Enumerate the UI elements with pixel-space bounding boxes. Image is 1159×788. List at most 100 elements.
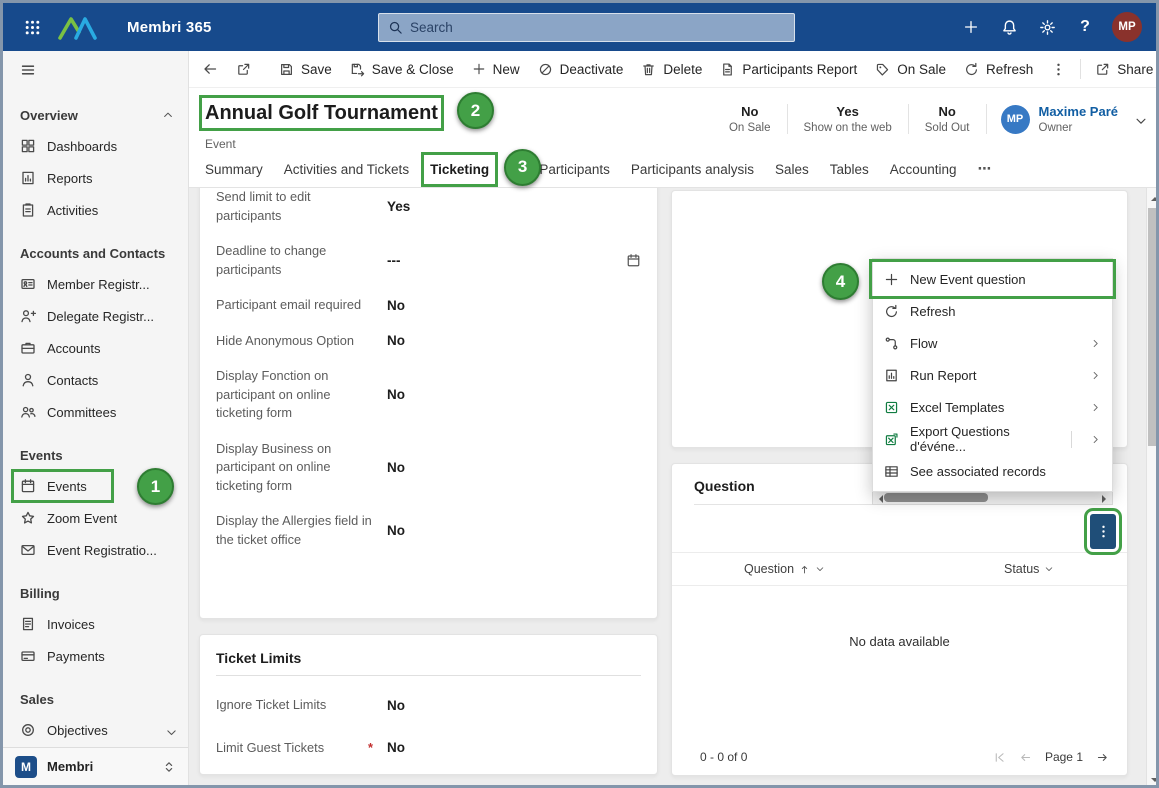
tab-ticketing[interactable]: Ticketing3 bbox=[424, 155, 495, 184]
sidebar-item-objectives[interactable]: Objectives bbox=[3, 714, 188, 746]
sidebar-item-zoom-event[interactable]: Zoom Event bbox=[3, 502, 188, 534]
field-row[interactable]: Participant email required No bbox=[216, 296, 641, 315]
sidebar-item-accounts[interactable]: Accounts bbox=[3, 332, 188, 364]
sidebar-item-delegate-registration[interactable]: Delegate Registr... bbox=[3, 300, 188, 332]
back-arrow-icon bbox=[202, 61, 218, 77]
empty-grid-message: No data available bbox=[672, 634, 1127, 649]
share-button[interactable]: Share bbox=[1086, 51, 1159, 87]
save-and-close-button[interactable]: Save & Close bbox=[341, 51, 463, 87]
waffle-icon bbox=[24, 19, 41, 36]
tab-sales[interactable]: Sales bbox=[775, 162, 809, 177]
more-commands-button[interactable] bbox=[1042, 51, 1075, 87]
header-field-on-sale: No On Sale bbox=[713, 104, 788, 134]
nav-section-accounts-contacts: Accounts and Contacts Member Registr... … bbox=[3, 238, 188, 428]
ticketing-options-card: Send limit to edit participants Yes Dead… bbox=[199, 188, 658, 619]
column-header-status[interactable]: Status bbox=[1004, 562, 1054, 576]
area-switcher[interactable]: M Membri bbox=[3, 747, 188, 785]
tabs-overflow-button[interactable]: ⋯ bbox=[978, 161, 993, 177]
sidebar-item-event-registration[interactable]: Event Registratio... bbox=[3, 534, 188, 566]
reports-icon bbox=[20, 170, 36, 186]
horizontal-scrollbar[interactable] bbox=[872, 490, 1113, 505]
search-input[interactable] bbox=[410, 20, 785, 35]
tab-tickets-truncated[interactable]: T bbox=[510, 162, 518, 177]
card-title: Ticket Limits bbox=[216, 635, 641, 676]
menu-item-export-questions[interactable]: Export Questions d'événe... bbox=[873, 423, 1112, 455]
sidebar-item-member-registration[interactable]: Member Registr... bbox=[3, 268, 188, 300]
sidebar-item-events[interactable]: Events 1 bbox=[3, 470, 188, 502]
field-row[interactable]: Send limit to edit participants Yes bbox=[216, 188, 641, 225]
sidebar-scroll-down-icon[interactable] bbox=[165, 726, 178, 739]
scroll-right-arrow[interactable] bbox=[1102, 495, 1110, 503]
notifications-button[interactable] bbox=[990, 3, 1028, 51]
kebab-icon bbox=[1051, 62, 1066, 77]
sidebar-item-activities[interactable]: Activities bbox=[3, 194, 188, 226]
field-row[interactable]: Display the Allergies field in the ticke… bbox=[216, 512, 641, 549]
menu-item-new-event-question[interactable]: New Event question 4 bbox=[873, 263, 1112, 295]
tag-icon bbox=[875, 62, 890, 77]
field-row[interactable]: Ignore Ticket Limits No bbox=[216, 696, 641, 715]
field-row[interactable]: Display Fonction on participant on onlin… bbox=[216, 367, 641, 423]
sidebar-item-payments[interactable]: Payments bbox=[3, 640, 188, 672]
first-page-button[interactable] bbox=[993, 751, 1006, 764]
excel-icon bbox=[884, 400, 899, 415]
next-page-button[interactable] bbox=[1096, 751, 1109, 764]
deactivate-button[interactable]: Deactivate bbox=[529, 51, 633, 87]
scroll-up-arrow[interactable] bbox=[1147, 193, 1159, 201]
save-button[interactable]: Save bbox=[270, 51, 341, 87]
sidebar-item-contacts[interactable]: Contacts bbox=[3, 364, 188, 396]
sidebar-item-dashboards[interactable]: Dashboards bbox=[3, 130, 188, 162]
section-header-billing: Billing bbox=[20, 586, 60, 601]
calendar-icon bbox=[20, 478, 36, 494]
help-button[interactable]: ? bbox=[1066, 3, 1104, 51]
vertical-scrollbar[interactable] bbox=[1146, 188, 1159, 788]
header-collapse-icon[interactable] bbox=[1134, 114, 1148, 128]
sidebar-item-reports[interactable]: Reports bbox=[3, 162, 188, 194]
record-entity-label: Event bbox=[205, 137, 1159, 151]
menu-item-run-report[interactable]: Run Report bbox=[873, 359, 1112, 391]
column-header-question[interactable]: Question bbox=[744, 562, 825, 576]
global-search[interactable] bbox=[378, 13, 795, 42]
back-button[interactable] bbox=[193, 51, 227, 87]
field-row[interactable]: Display Business on participant on onlin… bbox=[216, 440, 641, 496]
field-row[interactable]: Limit Guest Tickets* No bbox=[216, 739, 641, 758]
owner-link[interactable]: Maxime Paré bbox=[1039, 104, 1119, 119]
annotation-badge-2: 2 bbox=[457, 92, 494, 129]
tab-accounting[interactable]: Accounting bbox=[890, 162, 957, 177]
popout-button[interactable] bbox=[227, 51, 260, 87]
tab-summary[interactable]: Summary bbox=[205, 162, 263, 177]
scroll-down-arrow[interactable] bbox=[1147, 778, 1159, 786]
subgrid-more-commands-button[interactable] bbox=[1090, 514, 1116, 549]
date-picker-icon[interactable] bbox=[626, 253, 641, 268]
sidebar-item-committees[interactable]: Committees bbox=[3, 396, 188, 428]
on-sale-button[interactable]: On Sale bbox=[866, 51, 955, 87]
menu-item-see-associated-records[interactable]: See associated records bbox=[873, 455, 1112, 487]
tab-participants[interactable]: Participants bbox=[539, 162, 610, 177]
new-button[interactable]: New bbox=[463, 51, 529, 87]
sitemap-toggle-button[interactable] bbox=[3, 51, 188, 88]
settings-button[interactable] bbox=[1028, 3, 1066, 51]
tab-tables[interactable]: Tables bbox=[830, 162, 869, 177]
previous-page-button[interactable] bbox=[1019, 751, 1032, 764]
field-row[interactable]: Hide Anonymous Option No bbox=[216, 332, 641, 351]
quick-create-button[interactable] bbox=[952, 3, 990, 51]
menu-item-flow[interactable]: Flow bbox=[873, 327, 1112, 359]
tab-activities-and-tickets[interactable]: Activities and Tickets bbox=[284, 162, 409, 177]
waffle-menu-button[interactable] bbox=[13, 3, 51, 51]
field-row[interactable]: Deadline to change participants --- bbox=[216, 242, 641, 279]
horizontal-scroll-thumb[interactable] bbox=[884, 493, 988, 502]
chevron-up-icon[interactable] bbox=[162, 109, 174, 121]
menu-item-excel-templates[interactable]: Excel Templates bbox=[873, 391, 1112, 423]
nav-section-billing: Billing Invoices Payments bbox=[3, 578, 188, 672]
section-header-accounts-contacts: Accounts and Contacts bbox=[20, 246, 165, 261]
sidebar-item-invoices[interactable]: Invoices bbox=[3, 608, 188, 640]
user-avatar[interactable]: MP bbox=[1112, 12, 1142, 42]
menu-item-refresh[interactable]: Refresh bbox=[873, 295, 1112, 327]
delete-button[interactable]: Delete bbox=[632, 51, 711, 87]
refresh-button[interactable]: Refresh bbox=[955, 51, 1042, 87]
record-count: 0 - 0 of 0 bbox=[700, 750, 747, 764]
scroll-left-arrow[interactable] bbox=[875, 495, 883, 503]
participants-report-button[interactable]: Participants Report bbox=[711, 51, 866, 87]
app-name: Membri 365 bbox=[127, 19, 212, 36]
vertical-scroll-thumb[interactable] bbox=[1148, 208, 1159, 446]
tab-participants-analysis[interactable]: Participants analysis bbox=[631, 162, 754, 177]
